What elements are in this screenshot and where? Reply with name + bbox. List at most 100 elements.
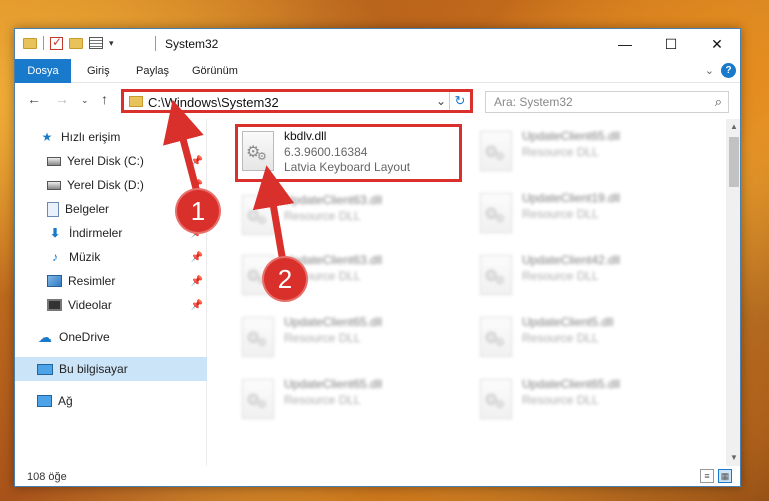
network-icon bbox=[37, 395, 52, 407]
file-type: Resource DLL bbox=[284, 331, 361, 345]
highlight-box bbox=[235, 124, 462, 182]
pin-icon[interactable]: 📌 bbox=[191, 156, 203, 167]
sidebar-item-videos[interactable]: Videolar 📌 bbox=[15, 293, 207, 317]
file-name: UpdateClient63.dll bbox=[284, 193, 383, 207]
navigation-bar: ← → ⌄ ↑ C:\Windows\System32 ⌄ ↻ Ara: Sys… bbox=[15, 83, 740, 119]
quick-access-toolbar: ▾ bbox=[23, 35, 114, 50]
pin-icon[interactable]: 📌 bbox=[191, 300, 203, 311]
dll-file-icon bbox=[480, 131, 512, 171]
pictures-icon bbox=[47, 275, 62, 287]
toolbar-divider bbox=[43, 36, 44, 50]
customize-toolbar-icon[interactable] bbox=[89, 37, 103, 49]
dll-file-icon bbox=[480, 379, 512, 419]
chevron-down-icon[interactable]: ⌄ bbox=[436, 94, 446, 108]
refresh-icon[interactable]: ↻ bbox=[452, 93, 468, 109]
view-toggles: ≡ ▦ bbox=[700, 469, 732, 483]
sidebar-item-onedrive[interactable]: ☁ OneDrive bbox=[15, 325, 207, 349]
music-icon: ♪ bbox=[52, 250, 58, 264]
dll-file-icon bbox=[242, 317, 274, 357]
cloud-icon: ☁ bbox=[38, 328, 52, 345]
sidebar-item-label: Müzik bbox=[69, 250, 101, 264]
sidebar-item-this-pc[interactable]: Bu bilgisayar bbox=[15, 357, 207, 381]
disk-icon bbox=[47, 156, 61, 166]
file-type: Resource DLL bbox=[522, 331, 599, 345]
status-bar: 108 öğe ≡ ▦ bbox=[15, 466, 740, 486]
search-icon[interactable]: ⌕ bbox=[715, 94, 722, 110]
dll-file-icon bbox=[480, 193, 512, 233]
minimize-button[interactable]: — bbox=[602, 29, 648, 59]
search-input[interactable]: Ara: System32 ⌕ bbox=[485, 91, 729, 113]
recent-locations-icon[interactable]: ⌄ bbox=[81, 95, 89, 106]
vertical-scrollbar[interactable]: ▲ ▼ bbox=[726, 119, 740, 466]
tab-view[interactable]: Görünüm bbox=[180, 59, 250, 83]
disk-icon bbox=[47, 180, 61, 190]
folder-icon bbox=[23, 37, 37, 49]
dll-file-icon bbox=[242, 195, 274, 235]
file-type: Resource DLL bbox=[522, 207, 599, 221]
address-divider bbox=[449, 92, 450, 110]
file-name: UpdateClient65.dll bbox=[284, 315, 383, 329]
file-type: Resource DLL bbox=[522, 393, 599, 407]
chevron-down-icon[interactable]: ▾ bbox=[109, 38, 114, 49]
explorer-window: ▾ System32 — ☐ ✕ Dosya Giriş Paylaş Görü… bbox=[14, 28, 741, 487]
details-view-icon[interactable]: ≡ bbox=[700, 469, 714, 483]
file-item[interactable]: UpdateClient65.dll Resource DLL bbox=[238, 373, 464, 429]
up-arrow-icon[interactable]: ↑ bbox=[101, 91, 108, 107]
maximize-button[interactable]: ☐ bbox=[648, 29, 694, 59]
file-name: UpdateClient19.dll bbox=[522, 191, 621, 205]
file-item[interactable]: UpdateClient5.dll Resource DLL bbox=[476, 311, 702, 367]
address-bar[interactable]: C:\Windows\System32 ⌄ ↻ bbox=[121, 89, 473, 113]
address-path[interactable]: C:\Windows\System32 bbox=[148, 95, 279, 110]
sidebar-item-quick-access[interactable]: ★ Hızlı erişim bbox=[15, 125, 207, 149]
download-icon: ⬇ bbox=[49, 226, 61, 240]
file-item[interactable]: UpdateClient65.dll Resource DLL bbox=[476, 373, 702, 429]
tab-share[interactable]: Paylaş bbox=[124, 59, 181, 83]
sidebar-item-local-disk-d[interactable]: Yerel Disk (D:) 📌 bbox=[15, 173, 207, 197]
sidebar-item-network[interactable]: Ağ bbox=[15, 389, 207, 413]
file-type: Resource DLL bbox=[284, 209, 361, 223]
forward-arrow-icon[interactable]: → bbox=[55, 91, 69, 107]
pin-icon[interactable]: 📌 bbox=[191, 276, 203, 287]
dll-file-icon bbox=[480, 255, 512, 295]
window-title: System32 bbox=[165, 37, 219, 51]
sidebar-item-pictures[interactable]: Resimler 📌 bbox=[15, 269, 207, 293]
sidebar-item-local-disk-c[interactable]: Yerel Disk (C:) 📌 bbox=[15, 149, 207, 173]
close-button[interactable]: ✕ bbox=[694, 29, 740, 59]
back-arrow-icon[interactable]: ← bbox=[27, 91, 41, 107]
file-type: Resource DLL bbox=[522, 145, 599, 159]
help-icon[interactable]: ? bbox=[721, 63, 736, 78]
tab-file[interactable]: Dosya bbox=[15, 59, 71, 83]
callout-1: 1 bbox=[177, 190, 219, 232]
file-item[interactable]: UpdateClient19.dll Resource DLL bbox=[476, 187, 702, 243]
sidebar-item-label: İndirmeler bbox=[69, 226, 123, 240]
window-controls: — ☐ ✕ bbox=[602, 29, 740, 59]
sidebar-item-music[interactable]: ♪ Müzik 📌 bbox=[15, 245, 207, 269]
sidebar-item-label: Yerel Disk (C:) bbox=[67, 154, 144, 168]
file-item[interactable]: UpdateClient65.dll Resource DLL bbox=[238, 311, 464, 367]
tab-home[interactable]: Giriş bbox=[75, 59, 122, 83]
file-name: UpdateClient42.dll bbox=[522, 253, 621, 267]
title-divider bbox=[155, 36, 156, 51]
scroll-down-icon[interactable]: ▼ bbox=[726, 450, 740, 466]
dll-file-icon bbox=[480, 317, 512, 357]
properties-check-icon[interactable] bbox=[50, 35, 63, 50]
tiles-view-icon[interactable]: ▦ bbox=[718, 469, 732, 483]
expand-ribbon-icon[interactable]: ⌄ bbox=[705, 64, 714, 77]
title-bar: ▾ System32 — ☐ ✕ bbox=[15, 29, 740, 59]
new-folder-icon[interactable] bbox=[69, 37, 83, 49]
computer-icon bbox=[37, 363, 53, 375]
ribbon-tabs: Dosya Giriş Paylaş Görünüm ⌄ ? bbox=[15, 59, 740, 83]
file-item[interactable]: UpdateClient63.dll Resource DLL bbox=[238, 189, 464, 245]
file-item[interactable]: UpdateClient65.dll Resource DLL bbox=[476, 125, 702, 181]
sidebar-item-label: Resimler bbox=[68, 274, 116, 288]
file-type: Resource DLL bbox=[284, 393, 361, 407]
sidebar-item-downloads[interactable]: ⬇ İndirmeler 📌 bbox=[15, 221, 207, 245]
file-item[interactable]: UpdateClient42.dll Resource DLL bbox=[476, 249, 702, 305]
pin-icon[interactable]: 📌 bbox=[191, 252, 203, 263]
file-type: Resource DLL bbox=[522, 269, 599, 283]
sidebar-item-label: OneDrive bbox=[59, 330, 110, 344]
pin-icon[interactable]: 📌 bbox=[191, 180, 203, 191]
navigation-pane: ★ Hızlı erişim Yerel Disk (C:) 📌 Yerel D… bbox=[15, 119, 207, 466]
scroll-up-icon[interactable]: ▲ bbox=[726, 119, 740, 135]
scrollbar-thumb[interactable] bbox=[729, 137, 739, 187]
